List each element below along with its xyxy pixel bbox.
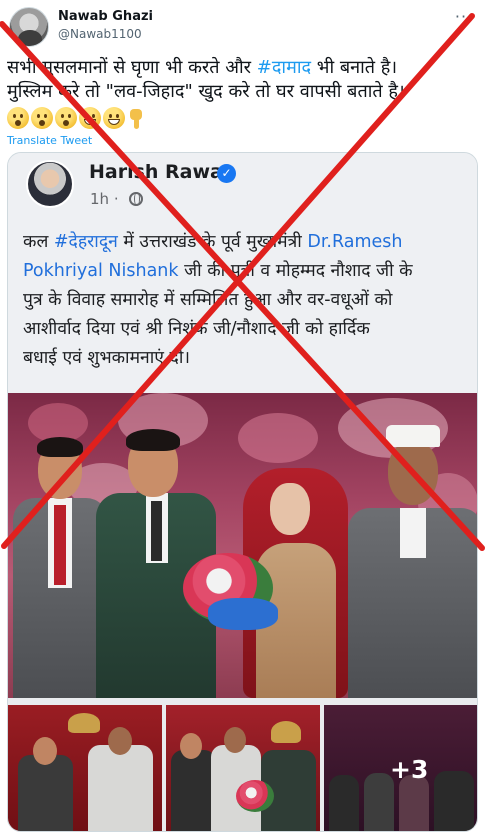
facebook-post-screenshot: Harish Rawat ✓ 1h · कल #देहरादून में उत्… xyxy=(8,153,477,393)
grinning-face-icon xyxy=(79,107,101,129)
emoji-row xyxy=(7,107,147,133)
tweet-screenshot: Nawab Ghazi @Nawab1100 ··· सभी मुसलमानों… xyxy=(0,0,487,837)
backhand-index-pointing-down-icon xyxy=(127,107,147,129)
astonished-face-icon xyxy=(31,107,53,129)
verified-badge-icon: ✓ xyxy=(217,164,236,183)
post-body-text: कल #देहरादून में उत्तराखंड के पूर्व मुख्… xyxy=(23,228,473,373)
post-text-line-1: कल #देहरादून में उत्तराखंड के पूर्व मुख्… xyxy=(23,232,403,252)
tweet-text: सभी मुसलमानों से घृणा भी करते और #दामाद … xyxy=(7,56,477,104)
more-options-icon[interactable]: ··· xyxy=(451,8,477,28)
user-display-name[interactable]: Nawab Ghazi xyxy=(58,9,153,24)
astonished-face-icon xyxy=(7,107,29,129)
attached-image[interactable]: Harish Rawat ✓ 1h · कल #देहरादून में उत्… xyxy=(7,152,478,832)
astonished-face-icon xyxy=(55,107,77,129)
hashtag-link[interactable]: #दामाद xyxy=(257,57,311,78)
user-avatar[interactable] xyxy=(9,7,49,47)
post-hashtag: #देहरादून xyxy=(53,232,118,252)
globe-icon xyxy=(129,192,143,206)
post-text-line-4: आशीर्वाद दिया एवं श्री निशंक जी/नौशाद जी… xyxy=(23,319,370,339)
wedding-photo-thumb-2 xyxy=(166,705,320,831)
translate-tweet-link[interactable]: Translate Tweet xyxy=(7,134,92,147)
tweet-text-line-2: मुस्लिम करे तो "लव-जिहाद" खुद करे तो घर … xyxy=(7,81,405,102)
post-author-name: Harish Rawat xyxy=(89,161,232,183)
post-text-line-3: पुत्र के विवाह समारोह में सम्मिलित हुआ औ… xyxy=(23,290,393,310)
post-timestamp: 1h · xyxy=(90,190,119,208)
wedding-photo-main xyxy=(8,393,477,698)
wedding-photo-thumb-1 xyxy=(8,705,162,831)
tweet-text-line-1: सभी मुसलमानों से घृणा भी करते और #दामाद … xyxy=(7,57,398,78)
post-text-line-5: बधाई एवं शुभकामनाएं दी। xyxy=(23,348,190,368)
post-tagged-name: Dr.Ramesh xyxy=(307,232,403,252)
post-author-avatar xyxy=(26,160,74,208)
user-handle[interactable]: @Nawab1100 xyxy=(58,27,142,41)
post-tagged-name-cont: Pokhriyal Nishank xyxy=(23,261,179,281)
more-photos-count[interactable]: +3 xyxy=(390,755,428,784)
post-text-line-2: Pokhriyal Nishank जी की पुत्री व मोहम्मद… xyxy=(23,261,413,281)
wedding-photo-thumb-3[interactable]: +3 xyxy=(324,705,477,831)
grinning-face-icon xyxy=(103,107,125,129)
